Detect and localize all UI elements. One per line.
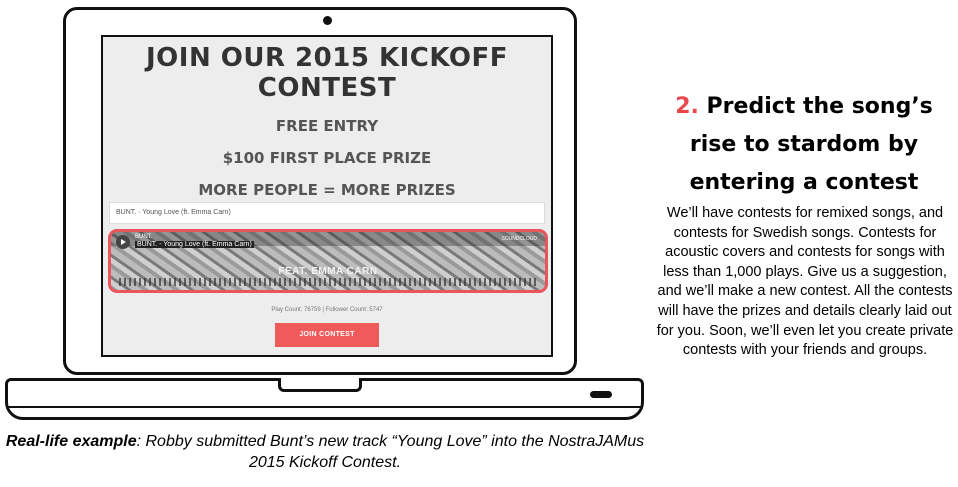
more-prizes-text: MORE PEOPLE = MORE PRIZES [198, 181, 456, 199]
headline-text: Predict the song’s rise to stardom by en… [689, 94, 933, 195]
waveform[interactable] [119, 278, 539, 286]
caption-bold: Real-life example [5, 433, 137, 450]
player-artist: BUNT. [135, 234, 153, 240]
caption: Real-life example: Robby submitted Bunt’… [0, 431, 650, 473]
soundcloud-player[interactable]: BUNT. BUNT. - Young Love (ft. Emma Carn)… [108, 229, 548, 293]
caption-text: : Robby submitted Bunt’s new track “Youn… [136, 433, 645, 471]
power-light-icon [590, 391, 612, 398]
step-number: 2. [675, 94, 699, 119]
soundcloud-logo[interactable]: SOUNDCLOUD [501, 236, 537, 242]
play-stats: Play Count: 76759 | Follower Count: 5747 [271, 307, 383, 313]
body-text: We’ll have contests for remixed songs, a… [656, 205, 954, 359]
track-header: BUNT. · Young Love (ft. Emma Carn) [109, 202, 545, 224]
play-icon[interactable] [116, 235, 130, 249]
contest-title: JOIN OUR 2015 KICKOFF CONTEST [146, 43, 508, 103]
first-prize-text: $100 FIRST PLACE PRIZE [222, 149, 432, 167]
laptop-screen: JOIN OUR 2015 KICKOFF CONTEST FREE ENTRY… [101, 35, 553, 357]
laptop-notch [278, 378, 362, 392]
headline: 2. Predict the song’s rise to stardom by… [652, 88, 956, 202]
player-track-title[interactable]: BUNT. - Young Love (ft. Emma Carn) [135, 241, 254, 248]
feat-label: FEAT. EMMA CARN [278, 266, 378, 277]
camera-icon [323, 16, 332, 25]
free-entry-text: FREE ENTRY [275, 117, 379, 135]
join-contest-button[interactable]: JOIN CONTEST [275, 323, 379, 347]
laptop-base-line [7, 406, 642, 408]
